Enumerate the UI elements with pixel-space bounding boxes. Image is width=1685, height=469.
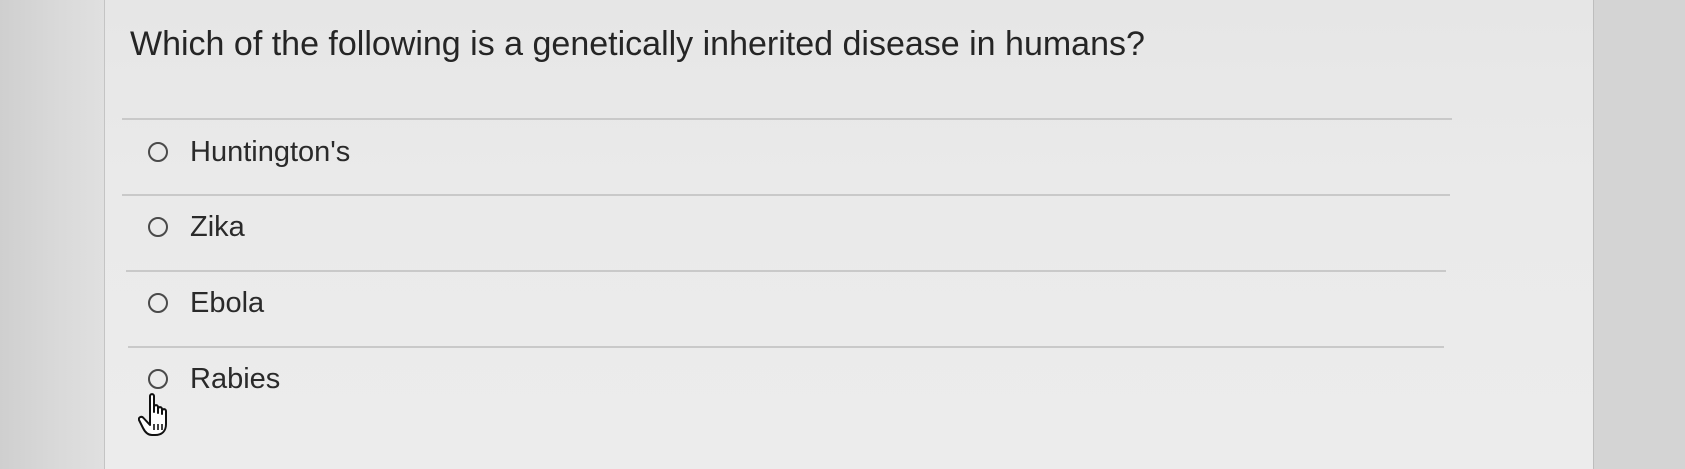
divider — [122, 194, 1450, 196]
divider — [128, 346, 1444, 348]
question-panel — [104, 0, 1594, 469]
question-text: Which of the following is a genetically … — [130, 25, 1145, 63]
radio-button[interactable] — [148, 142, 168, 162]
hand-pointer-icon — [138, 393, 167, 436]
radio-button[interactable] — [148, 217, 168, 237]
background-left — [0, 0, 104, 469]
option-ebola[interactable]: Ebola — [148, 283, 264, 323]
divider — [126, 270, 1446, 272]
option-label: Zika — [190, 210, 245, 243]
option-label: Ebola — [190, 286, 265, 319]
option-label: Rabies — [190, 362, 281, 395]
divider — [122, 118, 1452, 120]
option-zika[interactable]: Zika — [148, 207, 245, 247]
radio-button[interactable] — [148, 293, 168, 313]
radio-button[interactable] — [148, 369, 168, 389]
background-right — [1594, 0, 1685, 469]
option-label: Huntington's — [190, 135, 351, 168]
option-huntingtons[interactable]: Huntington's — [148, 132, 350, 172]
